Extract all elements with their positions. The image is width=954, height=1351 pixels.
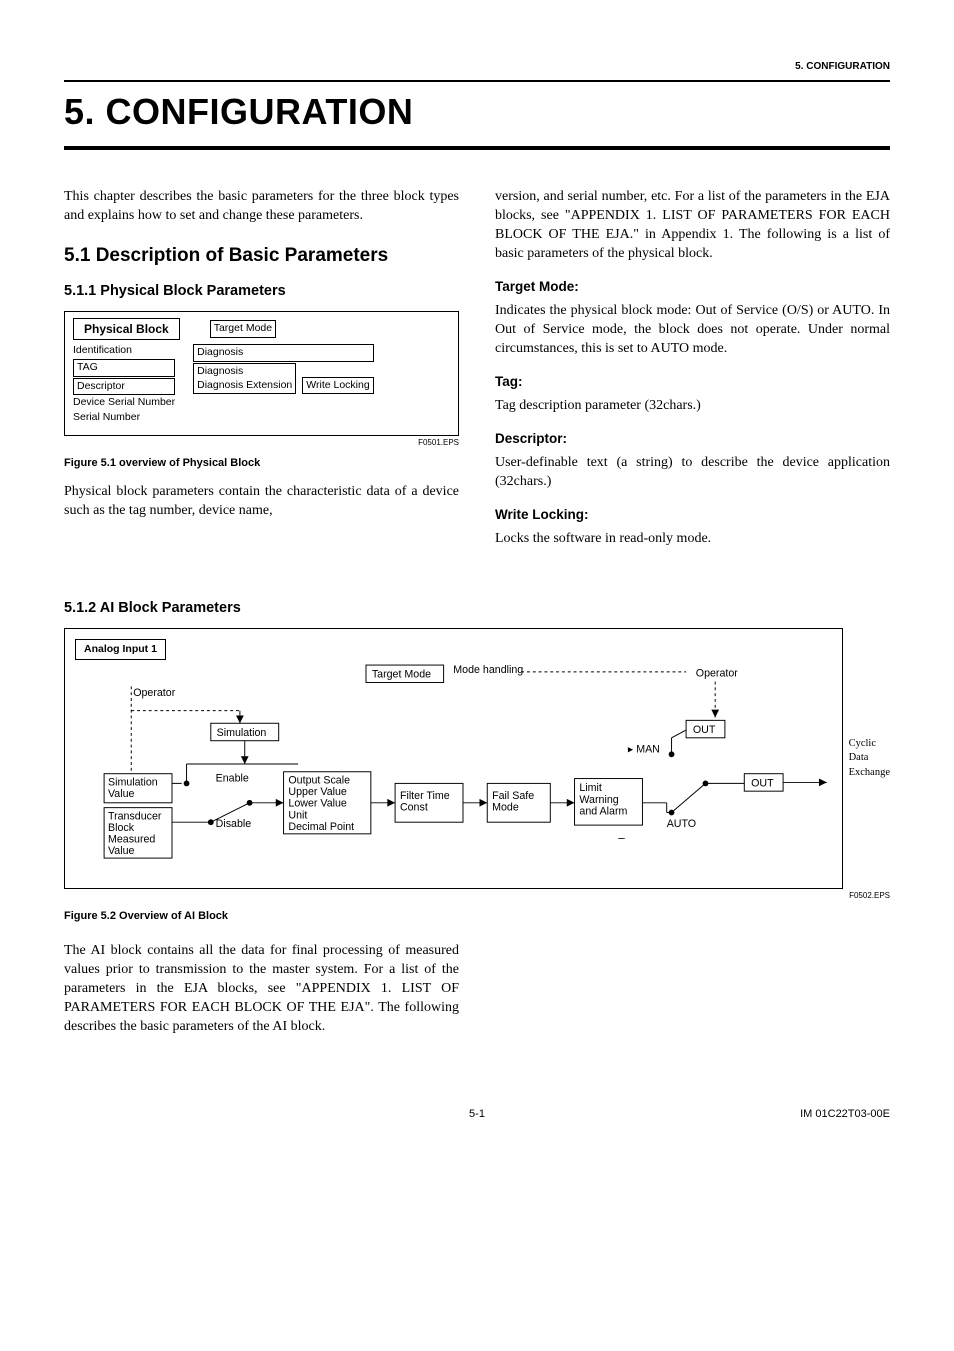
target-mode-box2: Target Mode (372, 668, 431, 680)
transducer-box-l2: Block (108, 821, 135, 833)
section-5-1-2-heading: 5.1.2 AI Block Parameters (64, 599, 890, 619)
dash-label: – (618, 831, 625, 844)
device-serial-number-label: Device Serial Number (73, 396, 175, 410)
target-mode-heading: Target Mode: (495, 278, 890, 296)
figure-5-1-source: F0501.EPS (64, 438, 459, 449)
operator-right-label: Operator (696, 667, 739, 679)
physical-block-para-left: Physical block parameters contain the ch… (64, 483, 459, 521)
physical-block-title: Physical Block (73, 318, 180, 340)
simulation-value-box-l2: Value (108, 787, 135, 799)
limit-box-l1: Limit (579, 782, 602, 794)
section-5-1-1-heading: 5.1.1 Physical Block Parameters (64, 282, 459, 302)
arrow-right-icon (819, 778, 827, 786)
out-box-top: OUT (693, 723, 716, 735)
write-locking-heading: Write Locking: (495, 506, 890, 524)
operator-top-label: Operator (133, 687, 176, 699)
physical-block-para-right: version, and serial number, etc. For a l… (495, 188, 890, 264)
descriptor-para: User-definable text (a string) to descri… (495, 454, 890, 492)
filter-box-l1: Filter Time (400, 789, 450, 801)
serial-number-label: Serial Number (73, 411, 175, 425)
tag-para: Tag description parameter (32chars.) (495, 397, 890, 416)
diagnosis-extension-box: Diagnosis Diagnosis Extension (193, 363, 296, 394)
write-locking-para: Locks the software in read-only mode. (495, 530, 890, 549)
tag-box: TAG (73, 359, 175, 377)
figure-5-1-caption: Figure 5.1 overview of Physical Block (64, 456, 459, 471)
diagnosis-box: Diagnosis (193, 344, 374, 362)
output-scale-l4: Unit (288, 809, 307, 821)
transducer-box-l1: Transducer (108, 810, 162, 822)
failsafe-box-l2: Mode (492, 801, 519, 813)
chapter-title: 5. CONFIGURATION (64, 80, 890, 151)
figure-5-2-wrapper: Analog Input 1 Operator Target Mode Mode… (64, 628, 890, 888)
auto-label: AUTO (667, 818, 696, 830)
figure-5-1-diagram: Physical Block Target Mode Identificatio… (64, 311, 459, 435)
arrow-right-icon (567, 798, 575, 806)
simulation-box: Simulation (217, 726, 267, 738)
filter-box-l2: Const (400, 801, 428, 813)
target-mode-box: Target Mode (210, 320, 276, 338)
arrow-down-icon (236, 715, 244, 723)
ai-block-para: The AI block contains all the data for f… (64, 942, 459, 1036)
figure-5-2-caption: Figure 5.2 Overview of AI Block (64, 909, 890, 924)
intro-paragraph: This chapter describes the basic paramet… (64, 188, 459, 226)
page-number: 5-1 (469, 1107, 485, 1122)
write-locking-box: Write Locking (302, 377, 373, 395)
simulation-value-box-l1: Simulation (108, 776, 158, 788)
arrow-down-icon (241, 756, 249, 764)
section-5-1-heading: 5.1 Description of Basic Parameters (64, 244, 459, 268)
enable-label: Enable (216, 772, 249, 784)
intro-two-col: This chapter describes the basic paramet… (64, 182, 890, 559)
top-right-section-label: 5. CONFIGURATION (64, 60, 890, 74)
doc-id: IM 01C22T03-00E (800, 1107, 890, 1122)
figure-5-2-diagram: Analog Input 1 Operator Target Mode Mode… (64, 628, 843, 888)
failsafe-box-l1: Fail Safe (492, 789, 534, 801)
limit-box-l2: Warning (579, 793, 618, 805)
target-mode-para: Indicates the physical block mode: Out o… (495, 302, 890, 359)
arrow-right-icon (276, 798, 284, 806)
descriptor-heading: Descriptor: (495, 430, 890, 448)
descriptor-box: Descriptor (73, 378, 175, 396)
limit-box-l3: and Alarm (579, 805, 627, 817)
transducer-box-l4: Value (108, 845, 135, 857)
output-scale-l1: Output Scale (288, 774, 350, 786)
transducer-box-l3: Measured (108, 833, 155, 845)
output-scale-l2: Upper Value (288, 786, 347, 798)
identification-label: Identification (73, 344, 175, 358)
man-label: ▸ MAN (628, 743, 660, 755)
mode-handling-label: Mode handling (453, 663, 523, 675)
out-box-right: OUT (751, 777, 774, 789)
figure-5-2-source: F0502.EPS (64, 891, 890, 902)
disable-label: Disable (216, 818, 252, 830)
arrow-down-icon (711, 709, 719, 717)
arrow-right-icon (479, 798, 487, 806)
analog-input-1-title: Analog Input 1 (75, 639, 166, 659)
page-footer: 5-1 IM 01C22T03-00E (64, 1107, 890, 1122)
output-scale-l3: Lower Value (288, 797, 347, 809)
tag-heading: Tag: (495, 373, 890, 391)
arrow-right-icon (387, 798, 395, 806)
output-scale-l5: Decimal Point (288, 820, 354, 832)
cyclic-data-exchange-label: CyclicDataExchange (849, 737, 890, 780)
